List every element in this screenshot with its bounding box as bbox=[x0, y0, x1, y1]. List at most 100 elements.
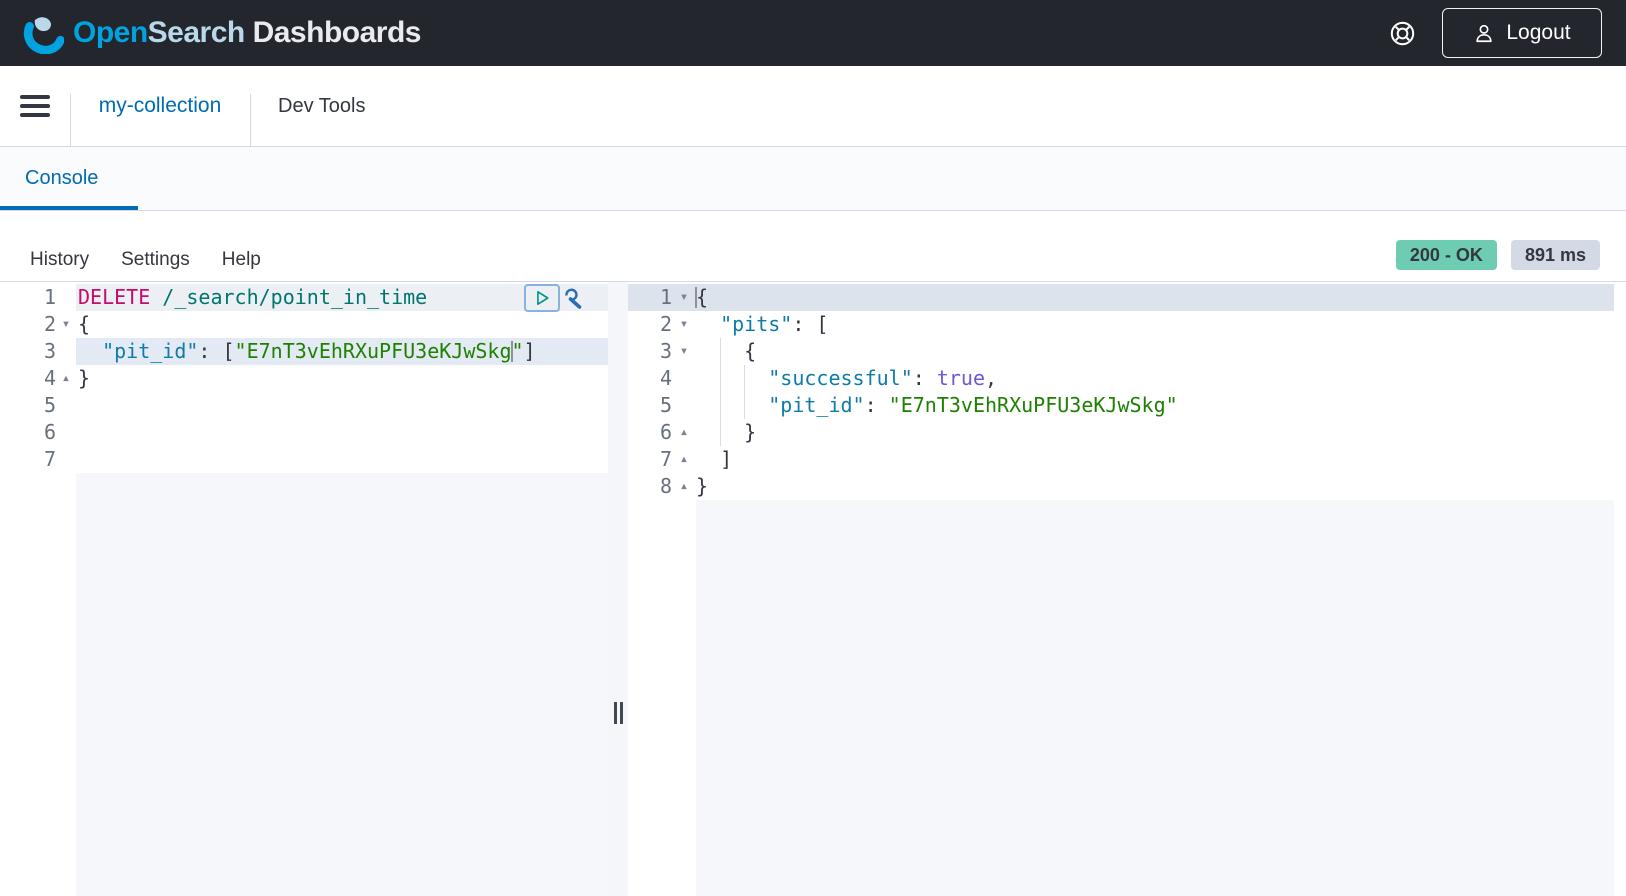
fold-icon[interactable]: ▾ bbox=[672, 284, 696, 311]
token-plain: ] bbox=[696, 447, 733, 471]
token-plain: : [ bbox=[792, 312, 829, 336]
drag-handle-icon bbox=[614, 702, 623, 724]
nav-divider bbox=[250, 94, 251, 146]
fold-slot bbox=[56, 392, 76, 419]
token-plain: } bbox=[696, 420, 757, 444]
panel-resizer[interactable] bbox=[608, 282, 628, 896]
code-line[interactable]: 1 ▾{ bbox=[628, 284, 1614, 311]
indent-guide bbox=[720, 365, 722, 392]
breadcrumb-collection-link[interactable]: my-collection bbox=[70, 94, 250, 118]
editor-empty-area bbox=[628, 500, 1626, 896]
fold-slot bbox=[672, 392, 696, 419]
code-text: } bbox=[696, 419, 1614, 446]
code-text: { bbox=[695, 284, 1614, 311]
code-line[interactable]: 3 "pit_id": ["E7nT3vEhRXuPFU3eKJwSkg"] bbox=[0, 338, 608, 365]
token-str: "E7nT3vEhRXuPFU3eKJwSkg bbox=[234, 339, 512, 363]
line-number: 5 bbox=[659, 393, 672, 417]
request-editor[interactable]: 1 DELETE /_search/point_in_time 2 ▾{3 "pit_… bbox=[0, 282, 608, 896]
token-plain: { bbox=[696, 285, 709, 309]
code-line[interactable]: 4 "successful": true, bbox=[628, 365, 1614, 392]
line-number: 5 bbox=[43, 393, 56, 417]
token-plain: , bbox=[985, 366, 998, 390]
fold-icon[interactable]: ▾ bbox=[672, 338, 696, 365]
opensearch-logo: OpenSearch Dashboards bbox=[22, 12, 421, 54]
indent-guide bbox=[720, 392, 722, 419]
indent-guide bbox=[720, 419, 722, 446]
menu-settings[interactable]: Settings bbox=[121, 249, 190, 271]
logout-button[interactable]: Logout bbox=[1442, 8, 1602, 58]
hamburger-icon bbox=[20, 95, 50, 99]
line-number: 4 bbox=[43, 366, 56, 390]
line-number: 6 bbox=[43, 420, 56, 444]
token-str: "E7nT3vEhRXuPFU3eKJwSkg" bbox=[888, 393, 1178, 417]
token-plain: } bbox=[696, 474, 709, 498]
code-line[interactable]: 5 "pit_id": "E7nT3vEhRXuPFU3eKJwSkg" bbox=[628, 392, 1614, 419]
code-line[interactable]: 8 ▴} bbox=[628, 473, 1614, 500]
line-number: 8 bbox=[659, 474, 672, 498]
fold-icon[interactable]: ▴ bbox=[672, 473, 696, 500]
code-line[interactable]: 6 ▴ } bbox=[628, 419, 1614, 446]
token-plain: { bbox=[78, 312, 91, 336]
token-plain: : bbox=[864, 393, 889, 417]
opensearch-logo-icon bbox=[23, 17, 64, 54]
wrench-icon bbox=[565, 288, 582, 309]
breadcrumb-bar: my-collection Dev Tools bbox=[0, 66, 1626, 147]
menu-history[interactable]: History bbox=[30, 249, 89, 271]
response-time-badge: 891 ms bbox=[1510, 240, 1600, 270]
fold-slot bbox=[672, 365, 696, 392]
menu-button[interactable] bbox=[0, 95, 70, 117]
fold-slot bbox=[56, 284, 76, 311]
nav-divider bbox=[70, 94, 71, 146]
send-request-button[interactable] bbox=[524, 284, 560, 312]
line-number: 4 bbox=[659, 366, 672, 390]
menu-help[interactable]: Help bbox=[222, 249, 261, 271]
fold-icon[interactable]: ▴ bbox=[672, 446, 696, 473]
code-line[interactable]: 7 ▴ ] bbox=[628, 446, 1614, 473]
status-badge: 200 - OK bbox=[1395, 240, 1497, 270]
code-text: "successful": true, bbox=[696, 365, 1614, 392]
app-header: OpenSearch Dashboards Logout bbox=[0, 0, 1626, 66]
fold-slot bbox=[56, 338, 76, 365]
indent-guide bbox=[720, 338, 722, 365]
code-text: "pit_id": ["E7nT3vEhRXuPFU3eKJwSkg"] bbox=[76, 338, 608, 365]
fold-icon[interactable]: ▴ bbox=[672, 419, 696, 446]
indent-guide bbox=[744, 392, 746, 419]
code-line[interactable]: 6 bbox=[0, 419, 608, 446]
code-line[interactable]: 2 ▾ "pits": [ bbox=[628, 311, 1614, 338]
token-plain: : [ bbox=[198, 339, 235, 363]
token-bool: true bbox=[936, 366, 986, 390]
console-editors: 1 DELETE /_search/point_in_time 2 ▾{3 "pit_… bbox=[0, 281, 1626, 896]
code-line[interactable]: 1 DELETE /_search/point_in_time bbox=[0, 284, 608, 311]
user-icon bbox=[1476, 24, 1493, 43]
code-text: "pits": [ bbox=[696, 311, 1614, 338]
fold-slot bbox=[56, 419, 76, 446]
tab-console[interactable]: Console bbox=[25, 167, 98, 190]
token-method: DELETE bbox=[78, 285, 151, 309]
code-line[interactable]: 7 bbox=[0, 446, 608, 473]
help-icon[interactable] bbox=[1389, 20, 1416, 47]
request-options-button[interactable] bbox=[562, 284, 586, 312]
token-plain: { bbox=[696, 339, 757, 363]
line-number: 3 bbox=[659, 339, 672, 363]
fold-icon[interactable]: ▴ bbox=[56, 365, 76, 392]
code-line[interactable]: 4 ▴} bbox=[0, 365, 608, 392]
devtools-tabbar: Console bbox=[0, 147, 1626, 211]
active-tab-indicator bbox=[0, 206, 138, 210]
code-text: { bbox=[76, 311, 608, 338]
line-number: 6 bbox=[659, 420, 672, 444]
fold-icon[interactable]: ▾ bbox=[672, 311, 696, 338]
token-key: "pit_id" bbox=[102, 339, 199, 363]
editor-empty-area bbox=[0, 473, 608, 896]
line-number: 7 bbox=[659, 447, 672, 471]
code-line[interactable]: 5 bbox=[0, 392, 608, 419]
fold-icon[interactable]: ▾ bbox=[56, 311, 76, 338]
code-line[interactable]: 3 ▾ { bbox=[628, 338, 1614, 365]
play-icon bbox=[537, 291, 549, 305]
code-text: } bbox=[76, 365, 608, 392]
code-line[interactable]: 2 ▾{ bbox=[0, 311, 608, 338]
